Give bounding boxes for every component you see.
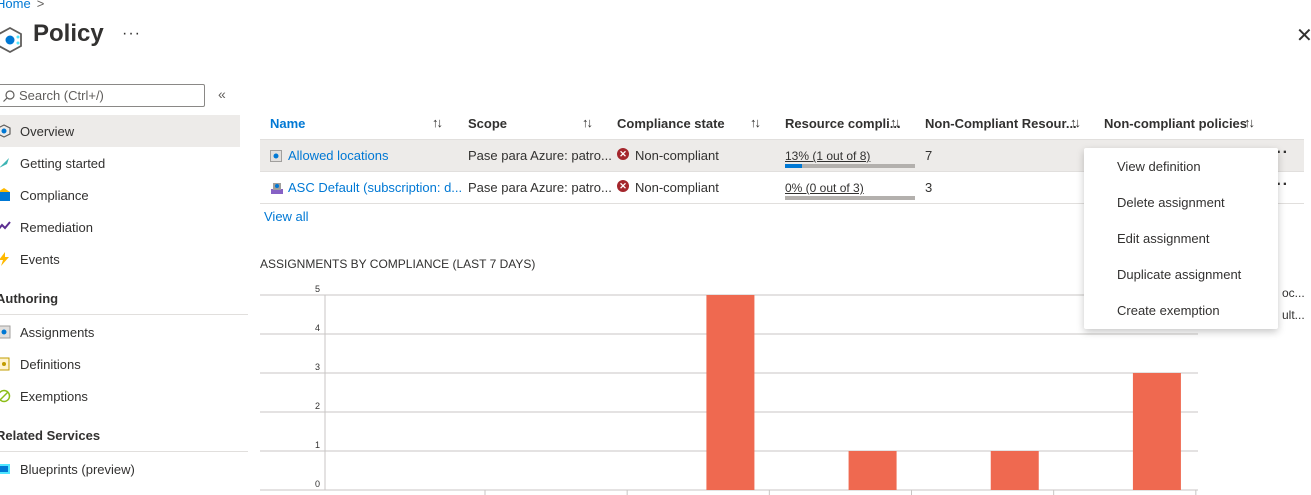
definition-icon [0,356,12,372]
search-icon [3,89,15,102]
assignment-icon [270,150,282,162]
table-header: Name ↑↓ Scope ↑↓ Compliance state ↑↓ Res… [260,106,1304,140]
search-placeholder: Search (Ctrl+/) [19,88,104,103]
menu-item-duplicate-assignment[interactable]: Duplicate assignment [1117,267,1241,282]
close-button[interactable]: ✕ [1296,26,1311,46]
sidebar-item-overview[interactable]: Overview [0,115,240,147]
exemption-icon [0,388,12,404]
sort-icon[interactable]: ↑↓ [582,115,593,130]
sort-icon[interactable]: ↑↓ [432,115,443,130]
compliance-state-cell: Non-compliant [635,180,719,195]
sidebar-item-label: Getting started [20,155,106,171]
sort-icon[interactable]: ↑↓ [1244,115,1255,130]
sidebar-item-label: Assignments [20,324,95,340]
sidebar-item-label: Remediation [20,219,93,235]
sidebar-item-label: Events [20,251,60,267]
error-icon: ✕ [617,180,629,192]
sidebar-item-exemptions[interactable]: Exemptions [0,380,240,412]
breadcrumb: Home > [0,0,44,11]
sidebar-item-remediation[interactable]: Remediation [0,211,240,243]
column-header-scope[interactable]: Scope [468,116,507,131]
y-tick-label: 5 [315,284,320,294]
chart-bar[interactable] [990,451,1039,490]
resource-compliance-cell[interactable]: 0% (0 out of 3) [785,181,915,200]
y-tick-label: 3 [315,362,320,372]
scope-cell: Pase para Azure: patro... [468,180,612,195]
assignment-name-link[interactable]: ASC Default (subscription: d... [288,180,462,195]
sidebar-item-definitions[interactable]: Definitions [0,348,240,380]
section-related-services: Related Services [0,428,101,443]
assignment-name-link[interactable]: Allowed locations [288,148,388,163]
sidebar-item-label: Exemptions [20,388,88,404]
resource-compliance-text: 0% (0 out of 3) [785,181,864,195]
compliance-progress-bar [785,164,915,168]
policy-icon [0,26,22,54]
truncated-text: oc... [1282,286,1305,300]
column-header-compliance-state[interactable]: Compliance state [617,116,725,131]
chart-title: ASSIGNMENTS BY COMPLIANCE (LAST 7 DAYS) [260,257,536,271]
rocket-icon [0,155,12,171]
resource-compliance-cell[interactable]: 13% (1 out of 8) [785,149,915,168]
column-header-name[interactable]: Name [270,116,305,131]
lightning-icon [0,251,12,267]
column-header-resource-compliance[interactable]: Resource compli... [785,116,901,131]
y-tick-label: 0 [315,479,320,489]
compliance-bar-chart: 0 1 2 3 4 5 [260,284,1198,495]
scope-cell: Pase para Azure: patro... [468,148,612,163]
chart-bar[interactable] [706,295,755,490]
compliance-progress-bar [785,196,915,200]
error-icon: ✕ [617,148,629,160]
column-header-noncompliant-policies[interactable]: Non-compliant policies [1104,116,1247,131]
sidebar-item-events[interactable]: Events [0,243,240,275]
sidebar-item-label: Compliance [20,187,89,203]
remediation-icon [0,219,12,235]
assignment-icon [0,324,12,340]
compliance-icon [0,187,12,203]
blueprint-icon [0,461,12,477]
sidebar-item-label: Definitions [20,356,81,372]
compliance-state-cell: Non-compliant [635,148,719,163]
sort-icon[interactable]: ↑↓ [1070,115,1081,130]
more-options-button[interactable]: ··· [122,25,141,43]
column-header-noncompliant-resources[interactable]: Non-Compliant Resour... [925,116,1077,131]
context-menu: View definition Delete assignment Edit a… [1084,148,1278,329]
menu-item-create-exemption[interactable]: Create exemption [1117,303,1220,318]
menu-item-view-definition[interactable]: View definition [1117,159,1201,174]
sort-icon[interactable]: ↑↓ [750,115,761,130]
sidebar-item-label: Blueprints (preview) [20,461,135,477]
collapse-sidebar-button[interactable]: « [218,86,226,102]
search-input[interactable]: Search (Ctrl+/) [0,84,205,107]
divider [0,314,248,315]
noncompliant-resources-cell: 7 [925,148,933,163]
sidebar-item-label: Overview [20,123,75,139]
breadcrumb-home[interactable]: Home [0,0,31,11]
compliance-progress-fill [785,164,802,168]
overview-icon [0,123,12,139]
menu-item-edit-assignment[interactable]: Edit assignment [1117,231,1210,246]
menu-item-delete-assignment[interactable]: Delete assignment [1117,195,1225,210]
initiative-icon [271,183,283,194]
y-tick-label: 2 [315,401,320,411]
sidebar-item-blueprints[interactable]: Blueprints (preview) [0,453,240,485]
page-title: Policy [33,20,104,47]
breadcrumb-separator: > [36,0,45,11]
noncompliant-resources-cell: 3 [925,180,933,195]
divider [0,451,248,452]
sidebar-item-compliance[interactable]: Compliance [0,179,240,211]
resource-compliance-text: 13% (1 out of 8) [785,149,871,163]
chart-bar[interactable] [848,451,897,490]
section-authoring: Authoring [0,291,59,306]
sort-icon[interactable]: ↑↓ [890,115,901,130]
view-all-link[interactable]: View all [264,209,309,224]
truncated-text: ult... [1282,308,1305,322]
sidebar-item-getting-started[interactable]: Getting started [0,147,240,179]
chart-bar[interactable] [1132,373,1181,490]
y-tick-label: 4 [315,323,320,333]
y-tick-label: 1 [315,440,320,450]
sidebar-item-assignments[interactable]: Assignments [0,316,240,348]
